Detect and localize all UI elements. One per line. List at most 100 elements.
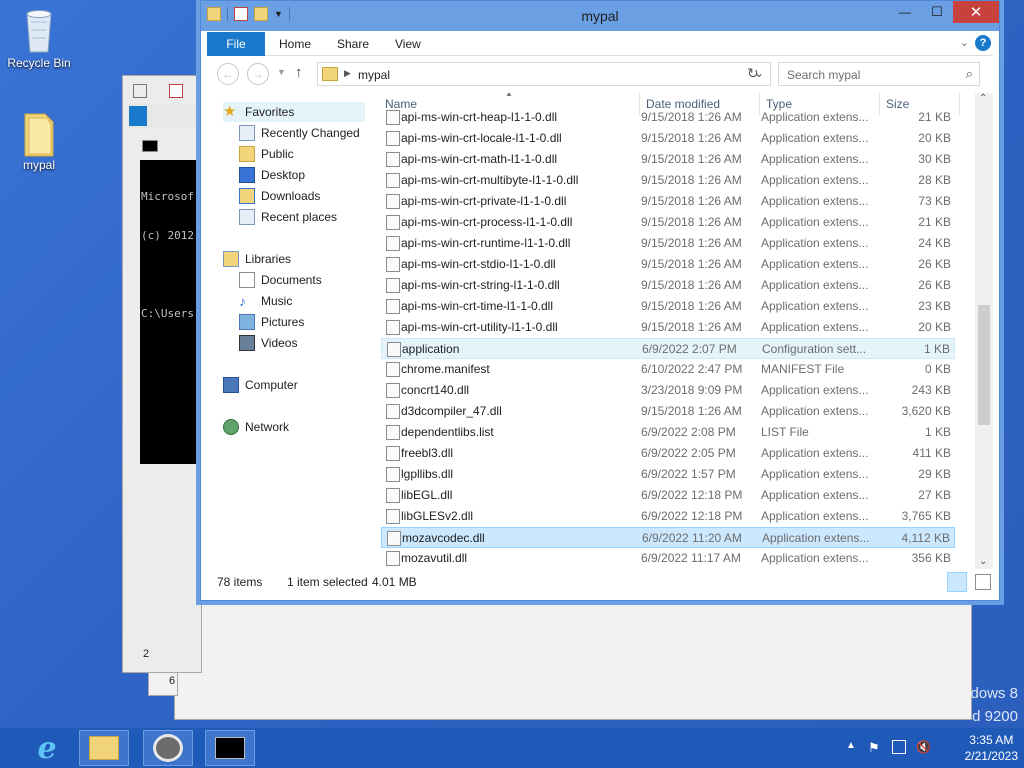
table-row[interactable]: api-ms-win-crt-process-l1-1-0.dll 9/15/20… [381,212,955,233]
file-type: Application extens... [761,404,869,418]
nav-music[interactable]: ♪ Music [239,291,292,311]
scroll-down-icon[interactable]: ⌄ [979,556,987,567]
search-input[interactable]: Search mypal ⌕ [778,62,980,86]
file-type: Application extens... [761,446,869,460]
tab-share[interactable]: Share [337,32,369,56]
table-row[interactable]: api-ms-win-crt-runtime-l1-1-0.dll 9/15/20… [381,233,955,254]
back-button[interactable]: ← [217,63,239,85]
search-icon[interactable]: ⌕ [966,66,973,82]
nav-libraries[interactable]: Libraries [223,249,291,269]
nav-label: Desktop [261,168,306,182]
action-center-flag-icon[interactable]: ⚑ [868,740,882,755]
mypal-taskbar-button[interactable] [143,730,193,766]
recent-locations-icon[interactable]: ▼ [277,67,286,77]
status-item-count: 78 items [217,575,263,589]
file-date-modified: 9/15/2018 1:26 AM [641,215,742,229]
table-row[interactable]: mozavcodec.dll 6/9/2022 11:20 AM Applicati… [381,527,955,548]
table-row[interactable]: api-ms-win-crt-stdio-l1-1-0.dll 9/15/2018… [381,254,955,275]
close-button[interactable]: ✕ [953,1,999,23]
table-row[interactable]: chrome.manifest 6/10/2022 2:47 PM MANIFEST… [381,359,955,380]
table-row[interactable]: api-ms-win-crt-time-l1-1-0.dll 9/15/2018 … [381,296,955,317]
table-row[interactable]: dependentlibs.list 6/9/2022 2:08 PM LIST F… [381,422,955,443]
details-view-icon[interactable] [947,572,967,592]
table-row[interactable]: libGLESv2.dll 6/9/2022 12:18 PM Applicatio… [381,506,955,527]
help-icon[interactable]: ? [975,35,991,51]
file-type: Application extens... [761,488,869,502]
nav-pictures[interactable]: Pictures [239,312,304,332]
desktop-icon-recycle-bin[interactable]: Recycle Bin [1,8,77,70]
nav-desktop[interactable]: Desktop [239,165,305,185]
downloads-icon [239,188,255,204]
table-row[interactable]: api-ms-win-crt-string-l1-1-0.dll 9/15/201… [381,275,955,296]
nav-videos[interactable]: Videos [239,333,297,353]
file-date-modified: 6/9/2022 12:18 PM [641,509,743,523]
file-icon [386,152,400,167]
scroll-up-icon[interactable]: ⌃ [979,93,987,104]
desktop-icon-label: Recycle Bin [7,56,71,70]
tab-home[interactable]: Home [279,32,311,56]
maximize-button[interactable]: ☐ [921,1,953,23]
table-row[interactable]: api-ms-win-crt-math-l1-1-0.dll 9/15/2018 … [381,149,955,170]
nav-label: Network [245,420,290,434]
nav-public[interactable]: Public [239,144,294,164]
file-type: Application extens... [761,551,869,565]
nav-computer[interactable]: Computer [223,375,298,395]
internet-explorer-button[interactable]: e [22,730,72,766]
nav-documents[interactable]: Documents [239,270,322,290]
table-row[interactable]: d3dcompiler_47.dll 9/15/2018 1:26 AM Appli… [381,401,955,422]
forward-button[interactable]: → [247,63,269,85]
expand-ribbon-icon[interactable]: ⌄ [960,36,969,49]
tab-file[interactable]: File [207,32,265,56]
desktop-icon-mypal[interactable]: mypal [1,110,77,172]
table-row[interactable]: lgpllibs.dll 6/9/2022 1:57 PM Application … [381,464,955,485]
file-type: Application extens... [761,320,869,334]
clock[interactable]: 3:35 AM 2/21/2023 [965,732,1018,764]
breadcrumb-mypal[interactable]: mypal [358,68,390,82]
nav-downloads[interactable]: Downloads [239,186,320,206]
file-date-modified: 6/9/2022 11:20 AM [642,531,742,545]
file-type: Application extens... [762,531,870,545]
table-row[interactable]: api-ms-win-crt-locale-l1-1-0.dll 9/15/201… [381,128,955,149]
file-explorer-button[interactable] [79,730,129,766]
volume-muted-icon[interactable]: 🔇 [916,740,931,754]
up-button[interactable]: ↑ [295,64,303,81]
navigation-pane: ★ Favorites Recently Changed Public Desk… [207,97,375,565]
file-type: Application extens... [761,278,869,292]
breadcrumb-chevron-icon[interactable]: ▶ [344,68,351,79]
nav-label: Music [261,294,293,308]
vertical-scrollbar[interactable]: ⌃ ⌄ [975,93,993,569]
show-hidden-icons-icon[interactable]: ▲ [846,740,860,754]
minimize-button[interactable]: — [889,1,921,23]
window-title: mypal [581,8,619,24]
tab-view[interactable]: View [395,32,421,56]
nav-recently-changed[interactable]: Recently Changed [239,123,360,143]
scrollbar-thumb[interactable] [978,305,990,425]
explorer-window[interactable]: ▼ mypal — ☐ ✕ File Home Share View ⌄ ? ←… [200,0,1000,601]
nav-network[interactable]: Network [223,417,289,437]
table-row[interactable]: concrt140.dll 3/23/2018 9:09 PM Applicatio… [381,380,955,401]
address-bar[interactable]: ▶ mypal ⌄ [317,62,771,86]
table-row[interactable]: freebl3.dll 6/9/2022 2:05 PM Application e… [381,443,955,464]
column-separator[interactable] [959,93,960,115]
table-row[interactable]: api-ms-win-crt-heap-l1-1-0.dll 9/15/2018 … [381,107,955,128]
file-date-modified: 9/15/2018 1:26 AM [641,278,742,292]
refresh-button[interactable]: ↻ [747,65,759,82]
table-row[interactable]: api-ms-win-crt-private-l1-1-0.dll 9/15/20… [381,191,955,212]
table-row[interactable]: api-ms-win-crt-multibyte-l1-1-0.dll 9/15/… [381,170,955,191]
table-row[interactable]: application 6/9/2022 2:07 PM Configuration… [381,338,955,359]
command-prompt-button[interactable] [205,730,255,766]
table-row[interactable]: api-ms-win-crt-utility-l1-1-0.dll 9/15/20… [381,317,955,338]
nav-recent-places[interactable]: Recent places [239,207,337,227]
nav-favorites[interactable]: ★ Favorites [223,102,365,122]
table-row[interactable]: mozavutil.dll 6/9/2022 11:17 AM Applicatio… [381,548,955,567]
file-type: Application extens... [761,509,869,523]
title-bar[interactable]: ▼ mypal — ☐ ✕ [201,1,999,31]
table-row[interactable]: libEGL.dll 6/9/2022 12:18 PM Application e… [381,485,955,506]
status-selection: 1 item selected [287,575,368,589]
network-status-icon[interactable] [892,740,906,754]
file-date-modified: 6/9/2022 2:07 PM [642,342,737,356]
folder-icon [322,67,338,81]
large-icons-view-icon[interactable] [975,574,991,590]
file-list: ▲ Name Date modified Type Size api-ms-wi… [377,93,963,567]
file-icon [386,299,400,314]
